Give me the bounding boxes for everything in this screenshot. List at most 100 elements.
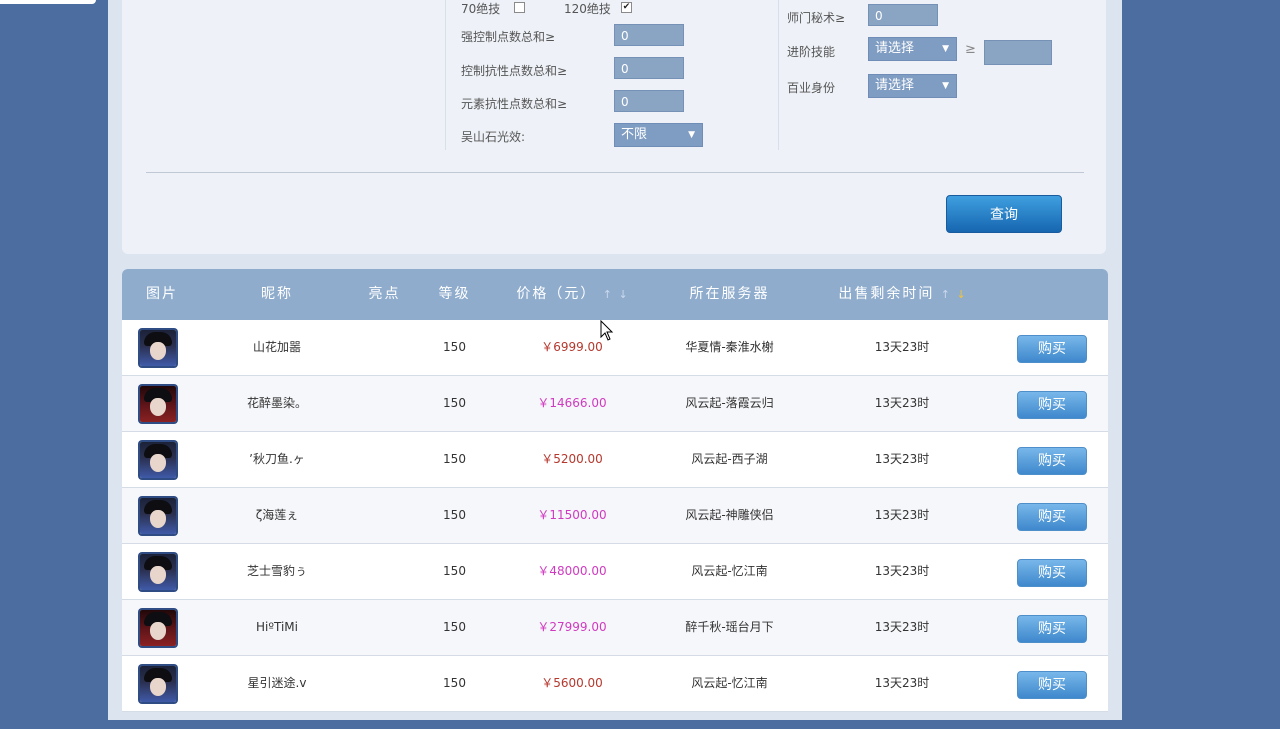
query-button[interactable]: 查询 bbox=[946, 195, 1062, 233]
header-image: 图片 bbox=[146, 286, 178, 302]
sort-down-icon[interactable]: ↓ bbox=[618, 288, 627, 301]
row-server: 风云起-西子湖 bbox=[691, 452, 768, 466]
chevron-down-icon: ▼ bbox=[942, 81, 949, 91]
row-nickname: 花醉墨染。 bbox=[246, 396, 307, 410]
row-remaining: 13天23时 bbox=[874, 396, 930, 410]
element-resist-label: 元素抗性点数总和≥ bbox=[461, 97, 568, 111]
wushan-select[interactable]: 不限 ▼ bbox=[614, 123, 703, 147]
advanced-skill-value-input[interactable] bbox=[984, 40, 1052, 65]
row-remaining: 13天23时 bbox=[874, 508, 930, 522]
buy-button[interactable]: 购买 bbox=[1017, 391, 1087, 419]
row-nickname: ʼ秋刀鱼.ヶ bbox=[249, 452, 305, 466]
page-container: 70绝技 120绝技 ✔ 强控制点数总和≥ 0 控制抗性点数总和≥ 0 元素抗性… bbox=[108, 0, 1122, 720]
row-price: ￥5600.00 bbox=[541, 676, 603, 690]
header-level: 等级 bbox=[438, 286, 471, 302]
avatar-face bbox=[150, 454, 166, 472]
character-avatar[interactable] bbox=[140, 442, 176, 478]
header-remaining[interactable]: 出售剩余时间 ↑ ↓ bbox=[822, 269, 982, 320]
avatar-face bbox=[150, 622, 166, 640]
character-avatar[interactable] bbox=[140, 666, 176, 702]
table-row: 星引迷途.v 150 ￥5600.00 风云起-忆江南 13天23时 购买 bbox=[122, 656, 1108, 712]
skill120-checkbox[interactable]: ✔ bbox=[621, 2, 632, 13]
chevron-down-icon: ▼ bbox=[688, 130, 695, 140]
mouse-cursor-icon bbox=[600, 320, 614, 341]
buy-button[interactable]: 购买 bbox=[1017, 503, 1087, 531]
chevron-down-icon: ▼ bbox=[942, 44, 949, 54]
row-remaining: 13天23时 bbox=[874, 452, 930, 466]
row-server: 风云起-落霞云归 bbox=[685, 396, 774, 410]
row-remaining: 13天23时 bbox=[874, 340, 930, 354]
avatar-face bbox=[150, 566, 166, 584]
header-price-label: 价格（元） bbox=[516, 286, 597, 302]
buy-button[interactable]: 购买 bbox=[1017, 335, 1087, 363]
row-nickname: 星引迷途.v bbox=[247, 676, 307, 690]
row-remaining: 13天23时 bbox=[874, 676, 930, 690]
buy-button[interactable]: 购买 bbox=[1017, 559, 1087, 587]
wushan-label: 吴山石光效: bbox=[461, 130, 526, 144]
row-server: 醉千秋-瑶台月下 bbox=[685, 620, 774, 634]
buy-button[interactable]: 购买 bbox=[1017, 615, 1087, 643]
control-resist-input[interactable]: 0 bbox=[614, 57, 684, 79]
skill70-checkbox[interactable] bbox=[514, 2, 525, 13]
header-server: 所在服务器 bbox=[689, 286, 770, 302]
row-level: 150 bbox=[443, 620, 466, 634]
master-secret-label: 师门秘术≥ bbox=[787, 11, 846, 25]
row-price: ￥6999.00 bbox=[541, 340, 603, 354]
element-resist-input[interactable]: 0 bbox=[614, 90, 684, 112]
master-secret-input[interactable]: 0 bbox=[868, 4, 938, 26]
buy-button[interactable]: 购买 bbox=[1017, 671, 1087, 699]
row-level: 150 bbox=[443, 508, 466, 522]
sort-down-icon[interactable]: ↓ bbox=[956, 288, 965, 301]
advanced-skill-select[interactable]: 请选择 ▼ bbox=[868, 37, 957, 61]
sort-up-icon[interactable]: ↑ bbox=[941, 288, 950, 301]
table-row: HiºTiMi 150 ￥27999.00 醉千秋-瑶台月下 13天23时 购买 bbox=[122, 600, 1108, 656]
row-nickname: 芝士雪豹ぅ bbox=[246, 564, 307, 578]
divider bbox=[778, 0, 779, 150]
advanced-skill-label: 进阶技能 bbox=[787, 45, 836, 59]
row-nickname: HiºTiMi bbox=[256, 620, 298, 634]
row-level: 150 bbox=[443, 564, 466, 578]
skill70-label: 70绝技 bbox=[461, 2, 501, 16]
row-price: ￥27999.00 bbox=[537, 620, 607, 634]
character-avatar[interactable] bbox=[140, 386, 176, 422]
table-row: ζ海莲ぇ 150 ￥11500.00 风云起-神雕侠侣 13天23时 购买 bbox=[122, 488, 1108, 544]
advanced-skill-ge: ≥ bbox=[965, 42, 976, 57]
character-avatar[interactable] bbox=[140, 330, 176, 366]
filter-panel: 70绝技 120绝技 ✔ 强控制点数总和≥ 0 控制抗性点数总和≥ 0 元素抗性… bbox=[122, 0, 1106, 254]
strong-control-label: 强控制点数总和≥ bbox=[461, 30, 556, 44]
row-price: ￥11500.00 bbox=[537, 508, 607, 522]
row-level: 150 bbox=[443, 396, 466, 410]
row-nickname: ζ海莲ぇ bbox=[255, 508, 299, 522]
profession-select-value: 请选择 bbox=[875, 78, 915, 93]
row-price: ￥48000.00 bbox=[537, 564, 607, 578]
character-avatar[interactable] bbox=[140, 498, 176, 534]
row-level: 150 bbox=[443, 340, 466, 354]
row-level: 150 bbox=[443, 452, 466, 466]
advanced-skill-select-value: 请选择 bbox=[875, 41, 915, 56]
avatar-face bbox=[150, 342, 166, 360]
results-table: 图片 昵称 亮点 等级 价格（元） ↑ ↓ 所在服务器 出售剩余时间 ↑ ↓ 山… bbox=[122, 269, 1108, 729]
sort-up-icon[interactable]: ↑ bbox=[603, 288, 612, 301]
character-avatar[interactable] bbox=[140, 610, 176, 646]
table-row: ʼ秋刀鱼.ヶ 150 ￥5200.00 风云起-西子湖 13天23时 购买 bbox=[122, 432, 1108, 488]
row-server: 风云起-忆江南 bbox=[691, 676, 768, 690]
table-body: 山花加噐 150 ￥6999.00 华夏情-秦淮水榭 13天23时 购买 花醉墨染。 150 ￥… bbox=[122, 320, 1108, 712]
row-nickname: 山花加噐 bbox=[252, 340, 301, 354]
row-level: 150 bbox=[443, 676, 466, 690]
strong-control-input[interactable]: 0 bbox=[614, 24, 684, 46]
row-server: 风云起-神雕侠侣 bbox=[685, 508, 774, 522]
profession-select[interactable]: 请选择 ▼ bbox=[868, 74, 957, 98]
skill120-label: 120绝技 bbox=[564, 2, 611, 16]
filter-separator bbox=[146, 172, 1084, 173]
row-price: ￥5200.00 bbox=[541, 452, 603, 466]
control-resist-label: 控制抗性点数总和≥ bbox=[461, 64, 568, 78]
table-row: 花醉墨染。 150 ￥14666.00 风云起-落霞云归 13天23时 购买 bbox=[122, 376, 1108, 432]
buy-button[interactable]: 购买 bbox=[1017, 447, 1087, 475]
row-server: 华夏情-秦淮水榭 bbox=[685, 340, 774, 354]
header-price[interactable]: 价格（元） ↑ ↓ bbox=[502, 269, 642, 320]
wushan-select-value: 不限 bbox=[621, 127, 648, 142]
header-highlight: 亮点 bbox=[368, 286, 401, 302]
character-avatar[interactable] bbox=[140, 554, 176, 590]
profession-label: 百业身份 bbox=[787, 81, 836, 95]
avatar-face bbox=[150, 510, 166, 528]
